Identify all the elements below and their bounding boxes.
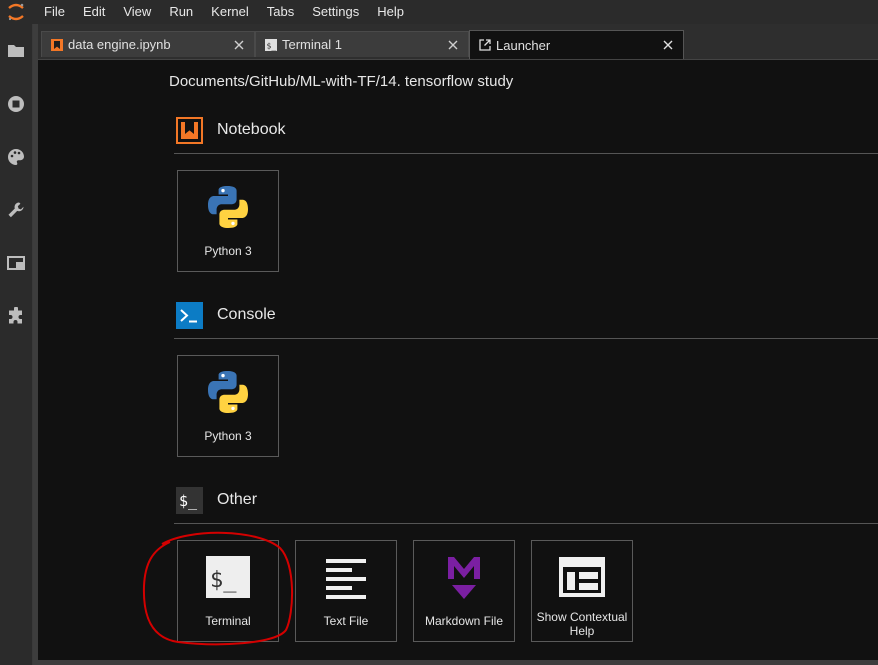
section-title: Console <box>217 306 276 323</box>
contextual-help-card[interactable]: Show Contextual Help <box>531 540 633 642</box>
menu-bar: File Edit View Run Kernel Tabs Settings … <box>0 0 878 24</box>
wrench-icon[interactable] <box>6 200 26 220</box>
notebook-section-header: Notebook <box>176 116 286 144</box>
running-icon[interactable] <box>6 94 26 114</box>
terminal-icon: $_ <box>265 38 277 51</box>
menu-edit[interactable]: Edit <box>74 0 114 24</box>
section-divider <box>174 523 878 524</box>
card-label: Terminal <box>205 614 251 628</box>
extension-icon[interactable] <box>6 306 26 326</box>
tab-label: Terminal 1 <box>282 37 342 52</box>
menu-help[interactable]: Help <box>368 0 413 24</box>
other-section-icon: $_ <box>176 486 203 514</box>
tab-label: data engine.ipynb <box>68 37 171 52</box>
markdown-file-card[interactable]: Markdown File <box>413 540 515 642</box>
console-section-header: Console <box>176 301 276 329</box>
tab-data-engine[interactable]: data engine.ipynb <box>41 31 255 57</box>
section-divider <box>174 338 878 339</box>
jupyterlab-window: File Edit View Run Kernel Tabs Settings … <box>0 0 878 665</box>
contextual-help-icon <box>556 551 608 603</box>
card-label: Python 3 <box>204 429 252 443</box>
tab-label: Launcher <box>496 37 551 53</box>
menu-settings[interactable]: Settings <box>303 0 368 24</box>
menu-file[interactable]: File <box>32 0 74 24</box>
tab-terminal-1[interactable]: $_ Terminal 1 <box>255 31 469 57</box>
close-icon[interactable] <box>661 38 675 52</box>
document-tab-bar: data engine.ipynb $_ Terminal 1 Launcher <box>38 24 878 60</box>
card-label: Show Contextual Help <box>536 610 628 638</box>
card-label: Markdown File <box>424 614 504 628</box>
notebook-section-icon <box>176 116 203 144</box>
terminal-icon: $_ <box>202 551 254 603</box>
folder-icon[interactable] <box>6 40 26 60</box>
text-file-icon <box>320 551 372 603</box>
notebook-icon <box>51 38 63 51</box>
svg-text:$_: $_ <box>179 492 198 510</box>
left-sidebar <box>0 24 33 665</box>
launcher-icon <box>479 39 491 51</box>
jupyter-logo-icon <box>0 0 32 24</box>
tabs-icon[interactable] <box>6 253 26 273</box>
menu-view[interactable]: View <box>114 0 160 24</box>
tab-launcher[interactable]: Launcher <box>469 30 684 59</box>
text-file-card[interactable]: Text File <box>295 540 397 642</box>
card-label: Python 3 <box>204 244 252 258</box>
section-title: Notebook <box>217 121 286 138</box>
terminal-card[interactable]: $_ Terminal <box>177 540 279 642</box>
console-python3-card[interactable]: Python 3 <box>177 355 279 457</box>
svg-text:$_: $_ <box>267 41 277 50</box>
close-icon[interactable] <box>232 38 246 52</box>
status-bar <box>38 660 878 665</box>
palette-icon[interactable] <box>6 147 26 167</box>
card-label: Text File <box>323 614 369 628</box>
python-logo-icon <box>202 181 254 233</box>
markdown-icon <box>438 551 490 603</box>
menu-tabs[interactable]: Tabs <box>258 0 303 24</box>
menu-kernel[interactable]: Kernel <box>202 0 258 24</box>
other-section-header: $_ Other <box>176 486 257 514</box>
section-divider <box>174 153 878 154</box>
python-logo-icon <box>202 366 254 418</box>
section-title: Other <box>217 491 258 508</box>
menu-run[interactable]: Run <box>160 0 202 24</box>
notebook-python3-card[interactable]: Python 3 <box>177 170 279 272</box>
launcher-panel: Documents/GitHub/ML-with-TF/14. tensorfl… <box>38 60 878 660</box>
current-directory-path: Documents/GitHub/ML-with-TF/14. tensorfl… <box>169 73 514 90</box>
close-icon[interactable] <box>446 38 460 52</box>
svg-text:$_: $_ <box>210 568 237 593</box>
console-section-icon <box>176 301 203 329</box>
